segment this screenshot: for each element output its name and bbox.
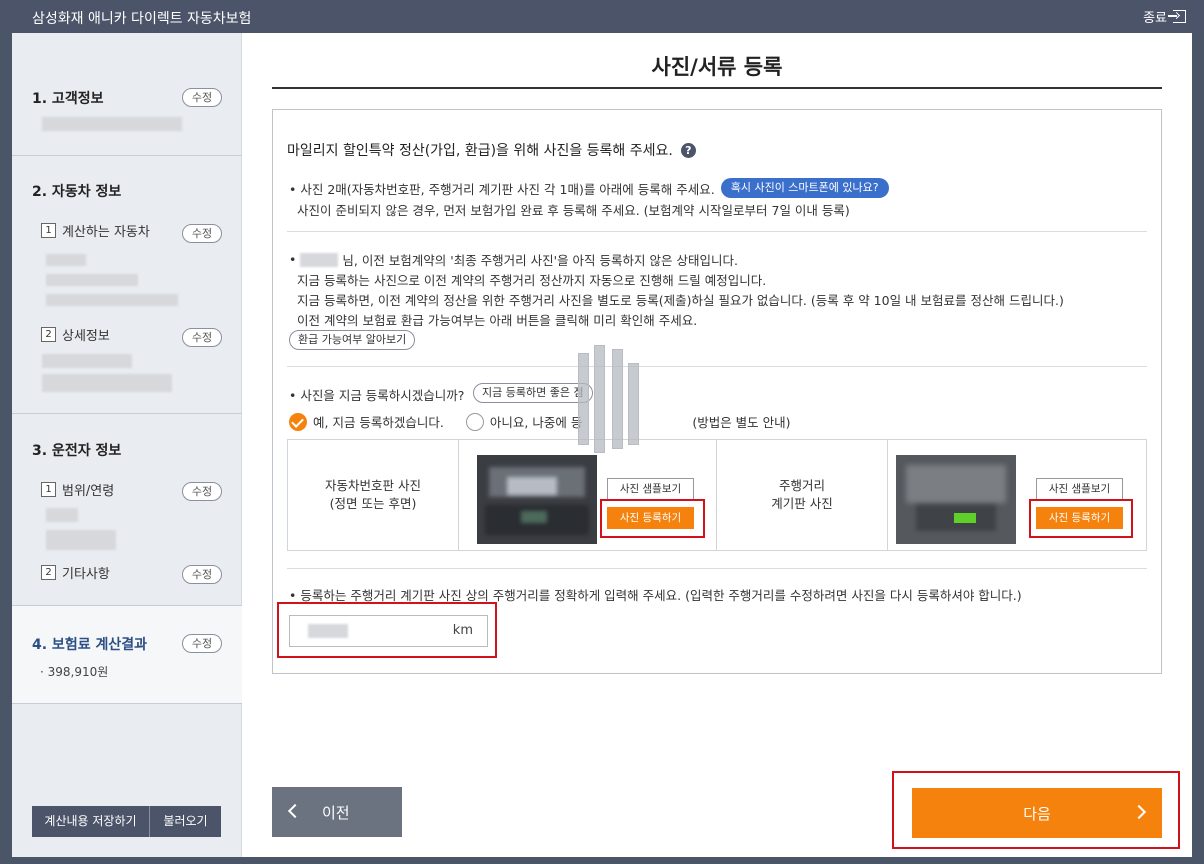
panel-headline: 마일리지 할인특약 정산(가입, 환급)을 위해 사진을 등록해 주세요. ?	[287, 140, 696, 160]
radio-no[interactable]	[465, 412, 484, 431]
photo-instruction: • 사진 2매(자동차번호판, 주행거리 계기판 사진 각 1매)를 아래에 등…	[289, 178, 889, 198]
sub-item-car: 1 계산하는 자동차	[41, 221, 150, 240]
notice-line: 지금 등록하면, 이전 계약의 정산을 위한 주행거리 사진을 별도로 등록(제…	[297, 293, 1064, 308]
photo-upload-panel: 마일리지 할인특약 정산(가입, 환급)을 위해 사진을 등록해 주세요. ? …	[272, 109, 1162, 674]
odometer-photo-thumbnail	[896, 455, 1016, 544]
masked-text	[46, 508, 78, 522]
divider	[287, 568, 1147, 569]
highlight-next-button	[892, 771, 1180, 849]
load-button[interactable]: 불러오기	[150, 806, 221, 837]
masked-text	[42, 117, 182, 131]
highlight-mileage-input	[277, 602, 497, 658]
title-divider	[272, 87, 1162, 89]
section-title: 1. 고객정보	[32, 91, 104, 107]
divider	[287, 231, 1147, 232]
highlight-plate-register	[600, 499, 705, 538]
section-customer-info: 1. 고객정보 수정	[12, 33, 242, 156]
photo-instruction-note: 사진이 준비되지 않은 경우, 먼저 보험가입 완료 후 등록해 주세요. (보…	[297, 203, 850, 218]
refund-check-button[interactable]: 환급 가능여부 알아보기	[289, 330, 416, 350]
window-title: 삼성화재 애니카 다이렉트 자동차보험	[32, 11, 252, 27]
masked-text	[42, 354, 132, 368]
masked-text	[42, 374, 172, 392]
edit-car-button[interactable]: 수정	[182, 224, 222, 243]
masked-text	[46, 294, 178, 306]
progress-sidebar: 1. 고객정보 수정 2. 자동차 정보 1 계산하는 자동차 수정 2 상세정…	[12, 33, 242, 857]
section-premium-result: 4. 보험료 계산결과 수정	[12, 606, 242, 704]
sub-item-detail: 2 상세정보	[41, 325, 110, 344]
section-driver-info: 3. 운전자 정보 1 범위/연령 수정 2 기타사항 수정	[12, 414, 242, 606]
section-car-info: 2. 자동차 정보 1 계산하는 자동차 수정 2 상세정보 수정	[12, 156, 242, 414]
edit-premium-button[interactable]: 수정	[182, 634, 222, 653]
masked-text	[46, 530, 116, 550]
photo-table: 자동차번호판 사진 (정면 또는 후면) 사진 샘플보기 사진 등록하기 주행거…	[287, 439, 1147, 551]
section-title: 2. 자동차 정보	[32, 184, 122, 200]
masked-text	[46, 254, 86, 266]
help-icon[interactable]: ?	[680, 142, 696, 158]
masked-text	[46, 274, 138, 286]
edit-customer-button[interactable]: 수정	[182, 88, 222, 107]
radio-no-hint: (방법은 별도 안내)	[692, 415, 791, 430]
notice-line: 이전 계약의 보험료 환급 가능여부는 아래 버튼을 클릭해 미리 확인해 주세…	[297, 313, 698, 328]
exit-icon	[1168, 10, 1186, 23]
highlight-odometer-register	[1029, 499, 1133, 538]
premium-amount: · 398,910원	[40, 665, 109, 679]
odometer-photo-label: 주행거리 계기판 사진	[716, 440, 887, 550]
plate-photo-thumbnail	[477, 455, 597, 544]
edit-range-button[interactable]: 수정	[182, 482, 222, 501]
sub-item-etc: 2 기타사항	[41, 563, 110, 582]
section-title: 3. 운전자 정보	[32, 443, 122, 459]
main-content: 사진/서류 등록 마일리지 할인특약 정산(가입, 환급)을 위해 사진을 등록…	[242, 33, 1192, 857]
radio-yes-label[interactable]: 예, 지금 등록하겠습니다.	[313, 412, 444, 431]
sub-item-range: 1 범위/연령	[41, 480, 114, 499]
previous-contract-notice: • 님, 이전 보험계약의 '최종 주행거리 사진'을 아직 등록하지 않은 상…	[289, 252, 738, 268]
odometer-sample-button[interactable]: 사진 샘플보기	[1036, 478, 1123, 500]
masked-name	[300, 252, 339, 267]
notice-line: 지금 등록하는 사진으로 이전 계약의 주행거리 정산까지 자동으로 진행해 드…	[297, 273, 767, 288]
plate-sample-button[interactable]: 사진 샘플보기	[607, 478, 694, 500]
register-choice: 예, 지금 등록하겠습니다. 아니요, 나중에 등 (방법은 별도 안내)	[289, 412, 791, 431]
edit-detail-button[interactable]: 수정	[182, 328, 222, 347]
smartphone-photo-button[interactable]: 혹시 사진이 스마트폰에 있나요?	[720, 178, 889, 198]
chevron-left-icon	[287, 803, 303, 819]
benefits-button[interactable]: 지금 등록하면 좋은 점	[473, 383, 593, 403]
plate-photo-label: 자동차번호판 사진 (정면 또는 후면)	[325, 478, 421, 511]
title-bar: 삼성화재 애니카 다이렉트 자동차보험 종료	[0, 0, 1204, 33]
register-question: • 사진을 지금 등록하시겠습니까?	[289, 388, 465, 403]
page-title: 사진/서류 등록	[651, 55, 783, 79]
prev-button[interactable]: 이전	[272, 787, 402, 837]
save-calculation-button[interactable]: 계산내용 저장하기	[32, 806, 150, 837]
close-label: 종료	[1143, 11, 1167, 26]
loading-overlay	[578, 345, 639, 455]
sidebar-actions: 계산내용 저장하기 불러오기	[32, 806, 221, 837]
edit-etc-button[interactable]: 수정	[182, 565, 222, 584]
section-title: 4. 보험료 계산결과	[32, 637, 147, 653]
close-button[interactable]: 종료	[1143, 7, 1186, 26]
radio-no-label[interactable]: 아니요, 나중에 등	[490, 412, 582, 431]
radio-yes[interactable]	[289, 412, 307, 431]
divider	[287, 366, 1147, 367]
